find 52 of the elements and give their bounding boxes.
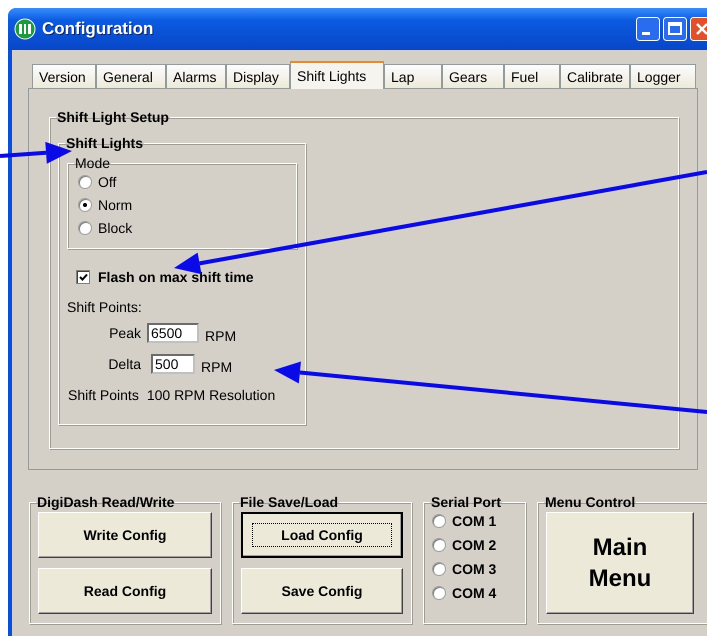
input-field[interactable]: 6500	[147, 323, 199, 343]
tab[interactable]: General	[96, 64, 166, 88]
field-label: Peak	[108, 325, 141, 341]
section-label: Shift Points:	[67, 299, 142, 315]
unit-label: RPM	[201, 359, 232, 375]
logo-icon	[14, 18, 36, 40]
group-title: DigiDash Read/Write	[37, 494, 174, 510]
field-label: Delta	[107, 356, 141, 372]
close-button[interactable]	[690, 17, 707, 41]
push-button[interactable]: Main Menu	[546, 512, 694, 614]
window-title: Configuration	[42, 19, 154, 39]
group-title: Serial Port	[431, 494, 502, 510]
group-title: Shift Lights	[66, 135, 143, 151]
note-text: Shift Points	[68, 387, 139, 403]
group-title: Shift Light Setup	[57, 109, 169, 125]
note-text: 100 RPM Resolution	[146, 387, 276, 403]
push-button[interactable]: Load Config	[241, 512, 403, 558]
tab[interactable]: Logger	[630, 64, 696, 88]
radio-button[interactable]: Block	[78, 220, 288, 236]
tab[interactable]: Gears	[442, 64, 504, 88]
push-button[interactable]: Read Config	[38, 568, 212, 614]
tab[interactable]: Fuel	[504, 64, 560, 88]
minimize-button[interactable]	[636, 17, 660, 41]
group-title: Mode	[75, 155, 110, 171]
radio-button[interactable]: COM 3	[432, 561, 517, 577]
tab[interactable]: Calibrate	[560, 64, 630, 88]
radio-button[interactable]: COM 4	[432, 585, 517, 601]
push-button[interactable]: Save Config	[241, 568, 403, 614]
radio-button[interactable]: COM 2	[432, 537, 517, 553]
radio-circle[interactable]	[78, 175, 92, 189]
radio-circle[interactable]	[432, 562, 446, 576]
radio-circle[interactable]	[78, 221, 92, 235]
tab[interactable]: Shift Lights	[290, 61, 384, 89]
checkbox[interactable]: Flash on max shift time	[76, 269, 297, 285]
tab[interactable]: Display	[226, 64, 290, 88]
tab[interactable]: Version	[32, 64, 96, 88]
radio-button[interactable]: Off	[78, 174, 288, 190]
push-button[interactable]: Write Config	[38, 512, 212, 558]
input-field[interactable]: 500	[151, 354, 195, 374]
maximize-button[interactable]	[663, 17, 687, 41]
radio-button[interactable]: COM 1	[432, 513, 517, 529]
radio-circle[interactable]	[78, 198, 92, 212]
tab[interactable]: Alarms	[166, 64, 226, 88]
checkbox-square[interactable]	[76, 270, 90, 284]
radio-circle[interactable]	[432, 514, 446, 528]
radio-circle[interactable]	[432, 586, 446, 600]
group-title: Menu Control	[545, 494, 636, 510]
radio-button[interactable]: Norm	[78, 197, 288, 213]
unit-label: RPM	[205, 328, 236, 344]
radio-circle[interactable]	[432, 538, 446, 552]
tab[interactable]: Lap	[384, 64, 442, 88]
group-title: File Save/Load	[240, 494, 338, 510]
